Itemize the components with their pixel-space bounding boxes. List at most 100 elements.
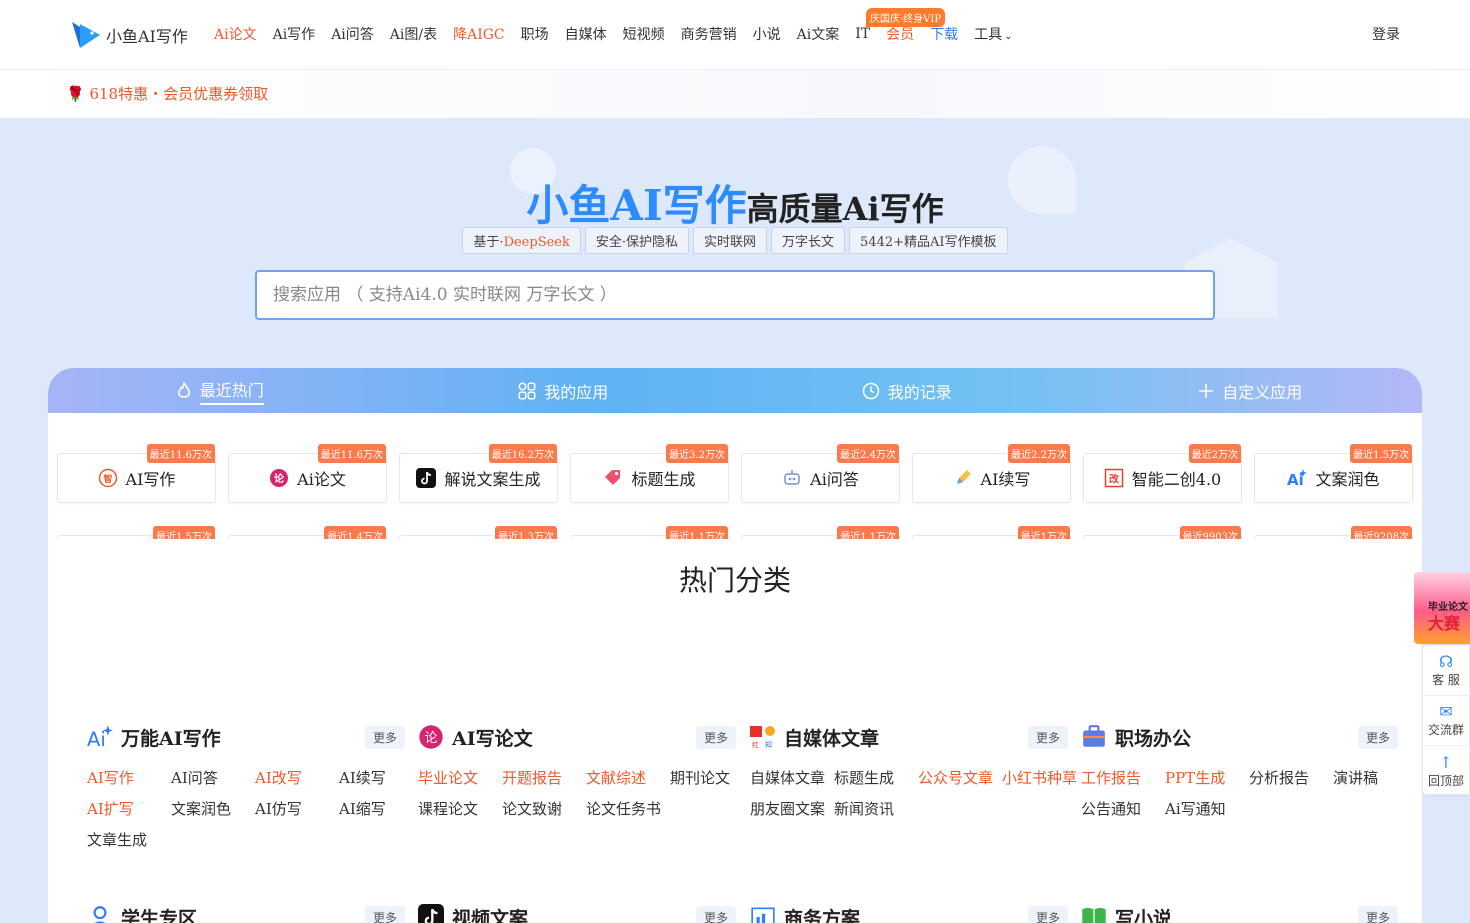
category-link[interactable]: 期刊论文: [670, 767, 754, 788]
more-button[interactable]: 更多: [1357, 906, 1398, 923]
category-link[interactable]: AI改写: [255, 767, 339, 788]
nav-item-14[interactable]: 工具 ⌄: [974, 24, 1012, 44]
tab-1[interactable]: 我的应用: [392, 368, 736, 413]
category-link[interactable]: 朋友圈文案: [750, 798, 834, 819]
app-card[interactable]: 最近2.4万次 Ai问答: [741, 444, 900, 503]
tiktok-icon: [416, 468, 437, 488]
category-link[interactable]: AI续写: [339, 767, 423, 788]
category-link[interactable]: 文献综述: [586, 767, 670, 788]
more-button[interactable]: 更多: [695, 726, 736, 749]
category-row2-3: 写小说 更多: [1081, 903, 1398, 923]
category-header: 商务方案 更多: [750, 903, 1068, 923]
category-link[interactable]: AI扩写: [87, 798, 171, 819]
nav-item-7[interactable]: 短视频: [623, 24, 665, 44]
paper-icon: 论: [418, 724, 444, 750]
svg-text:Ai: Ai: [87, 728, 106, 750]
nav-label: 降AIGC: [453, 27, 505, 43]
feature-tag: 5442+精品AI写作模板: [849, 227, 1008, 254]
tab-label: 自定义应用: [1222, 382, 1303, 402]
category-link[interactable]: 演讲稿: [1333, 767, 1417, 788]
category-link[interactable]: Ai写通知: [1165, 798, 1249, 819]
app-card-label: 智能二创4.0: [1131, 470, 1222, 489]
nav-item-13[interactable]: 下载: [930, 24, 958, 44]
hero-brand: 小鱼AI写作: [526, 181, 747, 230]
svg-text:论: 论: [424, 731, 437, 746]
more-button[interactable]: 更多: [364, 726, 405, 749]
category-link[interactable]: 公众号文章: [918, 767, 1002, 788]
category-link[interactable]: 毕业论文: [418, 767, 502, 788]
login-link[interactable]: 登录: [1372, 24, 1400, 44]
nav-item-1[interactable]: Ai写作: [273, 24, 316, 44]
apps-grid-icon: [518, 382, 536, 400]
nav-item-6[interactable]: 自媒体: [565, 24, 607, 44]
category-link[interactable]: AI仿写: [255, 798, 339, 819]
nav-item-11[interactable]: IT: [855, 26, 870, 42]
category-1: 论 AI写论文 更多 毕业论文 开题报告 文献综述 期刊论文 课程论文 论文致谢 论文任务书: [418, 723, 736, 819]
tab-0[interactable]: 最近热门: [48, 368, 392, 413]
category-link[interactable]: 分析报告: [1249, 767, 1333, 788]
category-link[interactable]: 论文致谢: [502, 798, 586, 819]
feature-tag: 实时联网: [693, 227, 768, 254]
category-link[interactable]: 工作报告: [1081, 767, 1165, 788]
app-card[interactable]: 最近11.6万次论 Ai论文: [228, 444, 387, 503]
tab-3[interactable]: 自定义应用: [1079, 368, 1423, 413]
nav-label: 短视频: [622, 27, 665, 43]
float-item-0[interactable]: ☊ 客 服: [1423, 646, 1469, 696]
float-item-label: 回顶部: [1427, 773, 1464, 788]
app-card[interactable]: 最近2万次改智能二创4.0: [1083, 444, 1242, 503]
category-link[interactable]: 开题报告: [502, 767, 586, 788]
nav-item-0[interactable]: Ai论文: [214, 24, 257, 44]
nav-item-5[interactable]: 职场: [521, 24, 549, 44]
nav-item-9[interactable]: 小说: [753, 24, 781, 44]
app-card[interactable]: 最近3.2万次 标题生成: [570, 444, 729, 503]
tab-2[interactable]: 我的记录: [735, 368, 1079, 413]
nav-item-10[interactable]: Ai文案: [797, 24, 840, 44]
more-button[interactable]: 更多: [1357, 726, 1398, 749]
media-icon: 红知: [750, 724, 776, 750]
category-link[interactable]: 文章生成: [87, 829, 171, 850]
category-link[interactable]: 小红书种草: [1002, 767, 1086, 788]
app-card[interactable]: 最近1.5万次 Ai 文案润色: [1254, 444, 1413, 503]
category-link[interactable]: 公告通知: [1081, 798, 1165, 819]
category-link[interactable]: 课程论文: [418, 798, 502, 819]
category-link[interactable]: PPT生成: [1165, 767, 1249, 788]
category-link[interactable]: 论文任务书: [586, 798, 670, 819]
nav-item-12[interactable]: 会员: [886, 24, 914, 44]
category-link[interactable]: 自媒体文章: [750, 767, 834, 788]
plus-icon: [1198, 383, 1214, 399]
nav-item-8[interactable]: 商务营销: [681, 24, 737, 44]
usage-badge: 最近11.6万次: [317, 444, 386, 463]
category-0: Ai 万能AI写作 更多 AI写作 AI问答 AI改写 AI续写 AI扩写 文案润色 AI仿写 AI…: [87, 723, 405, 850]
category-link[interactable]: 标题生成: [834, 767, 918, 788]
float-item-1[interactable]: ✉ 交流群: [1423, 696, 1469, 746]
nav-item-3[interactable]: Ai图/表: [390, 24, 437, 44]
tag-text: 基于·: [473, 235, 504, 250]
search-input[interactable]: [257, 272, 1213, 318]
tiktok-icon: [418, 904, 444, 923]
category-link[interactable]: 新闻资讯: [834, 798, 918, 819]
float-item-2[interactable]: ↑ 回顶部: [1423, 746, 1469, 796]
app-card[interactable]: 最近11.6万次智 AI写作: [57, 444, 216, 503]
nav-item-4[interactable]: 降AIGC: [453, 24, 505, 44]
app-card[interactable]: 最近16.2万次 解说文案生成: [399, 444, 558, 503]
briefcase-icon: [1081, 724, 1107, 750]
category-link[interactable]: 文案润色: [171, 798, 255, 819]
more-button[interactable]: 更多: [1027, 906, 1068, 923]
tag-text: 实时联网: [704, 235, 757, 250]
more-button[interactable]: 更多: [1027, 726, 1068, 749]
chart-icon: [750, 904, 776, 923]
category-link[interactable]: AI问答: [171, 767, 255, 788]
category-link[interactable]: AI缩写: [339, 798, 423, 819]
more-button[interactable]: 更多: [695, 906, 736, 923]
promo-text: 618特惠・会员优惠券领取: [89, 85, 269, 103]
category-link[interactable]: AI写作: [87, 767, 171, 788]
more-button[interactable]: 更多: [364, 906, 405, 923]
float-ad-banner[interactable]: 毕业论文 大赛: [1414, 572, 1470, 644]
site-logo[interactable]: 小鱼AI写作: [70, 18, 188, 52]
app-card[interactable]: 最近2.2万次 AI续写: [912, 444, 1071, 503]
category-name: 万能AI写作: [121, 727, 221, 750]
nav-label: Ai论文: [214, 27, 257, 43]
promo-link[interactable]: 🌹 618特惠・会员优惠券领取: [66, 83, 268, 104]
tab-label: 最近热门: [199, 377, 264, 405]
nav-item-2[interactable]: Ai问答: [331, 24, 374, 44]
